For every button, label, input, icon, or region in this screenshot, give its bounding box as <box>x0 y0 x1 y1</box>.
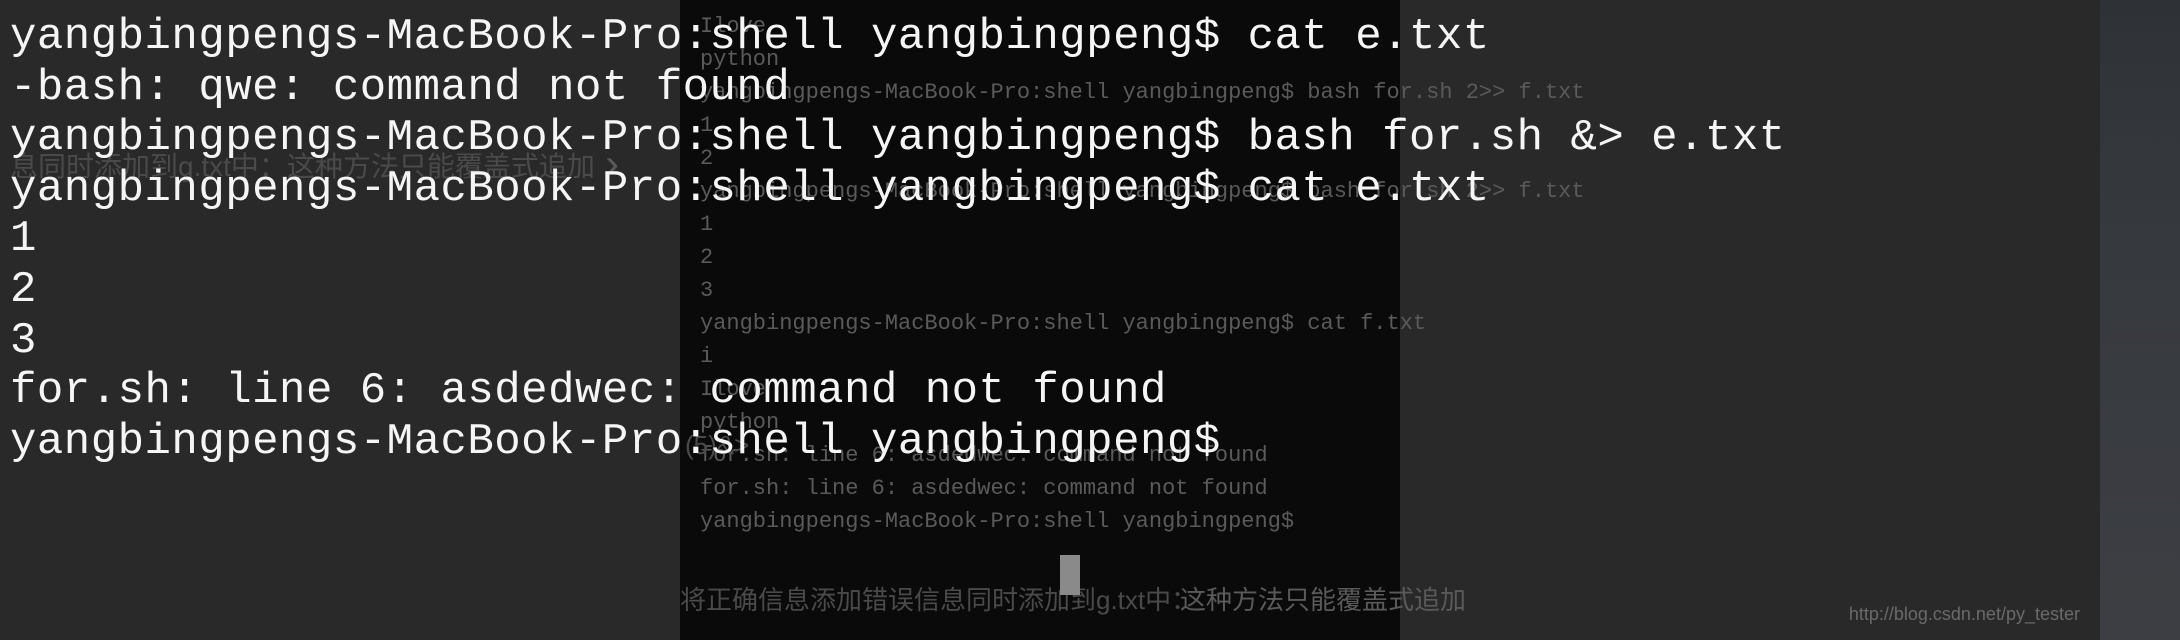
terminal-output-line: 1 <box>10 214 2170 265</box>
terminal-output-line: -bash: qwe: command not found <box>10 63 2170 114</box>
terminal-prompt-line[interactable]: yangbingpengs-MacBook-Pro:shell yangbing… <box>10 417 2170 468</box>
terminal-output-line: 2 <box>10 265 2170 316</box>
terminal-output-line: yangbingpengs-MacBook-Pro:shell yangbing… <box>10 113 2170 164</box>
terminal-output-line: yangbingpengs-MacBook-Pro:shell yangbing… <box>10 164 2170 215</box>
terminal-output-line: for.sh: line 6: asdedwec: command not fo… <box>10 366 2170 417</box>
terminal-output-line: 3 <box>10 316 2170 367</box>
foreground-terminal[interactable]: yangbingpengs-MacBook-Pro:shell yangbing… <box>0 0 2180 640</box>
terminal-output-line: yangbingpengs-MacBook-Pro:shell yangbing… <box>10 12 2170 63</box>
